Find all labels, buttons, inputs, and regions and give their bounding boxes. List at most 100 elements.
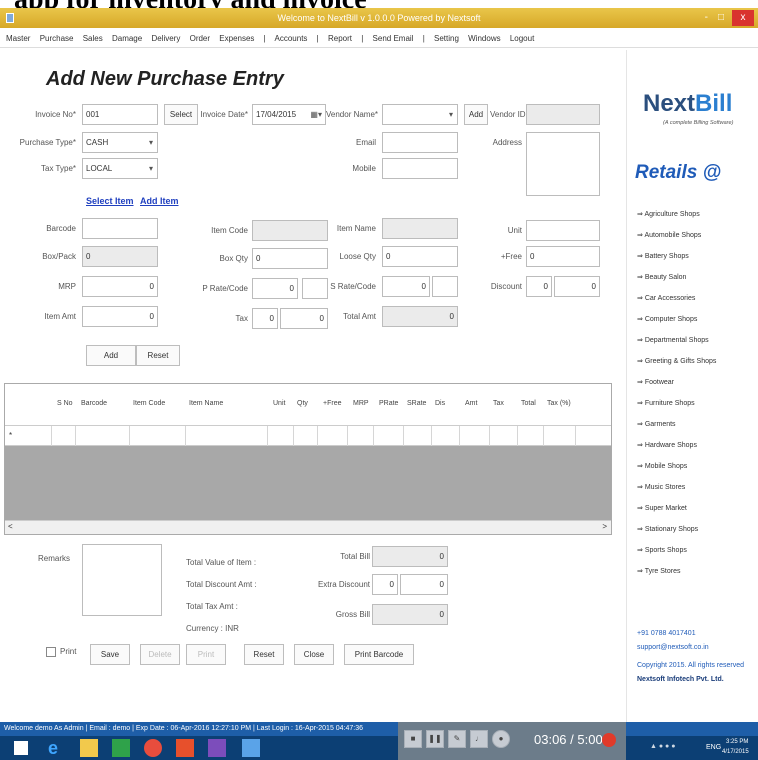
shop-item: ⇒ Furniture Shops — [637, 399, 695, 407]
nextbill-taskbar-icon[interactable] — [242, 739, 260, 757]
tray-date[interactable]: 4/17/2015 — [722, 749, 749, 755]
vendor-id-label: Vendor ID — [490, 110, 526, 119]
column-header: PRate — [379, 400, 399, 407]
table-row[interactable]: * — [5, 426, 611, 446]
tax-percent-input[interactable]: 0 — [252, 308, 278, 329]
column-header: Amt — [465, 400, 478, 407]
prate-code-input[interactable] — [302, 278, 328, 299]
windows-start-icon[interactable] — [14, 741, 28, 755]
menu-expenses[interactable]: Expenses — [219, 34, 254, 43]
menu-damage[interactable]: Damage — [112, 34, 142, 43]
shop-item: ⇒ Garments — [637, 420, 676, 428]
prate-input[interactable]: 0 — [252, 278, 298, 299]
reset-item-button[interactable]: Reset — [136, 345, 180, 366]
scroll-left-arrow[interactable]: < — [8, 522, 13, 531]
discount-percent-input[interactable]: 0 — [526, 276, 552, 297]
menu-logout[interactable]: Logout — [510, 34, 534, 43]
item-name-field — [382, 218, 458, 239]
delete-button[interactable]: Delete — [140, 644, 180, 665]
invoice-date-picker[interactable]: 17/04/2015 ▦▾ — [252, 104, 326, 125]
maximize-button[interactable]: □ — [718, 8, 724, 28]
srate-code-input[interactable] — [432, 276, 458, 297]
pause-icon[interactable]: ❚❚ — [426, 730, 444, 748]
total-amt-field: 0 — [382, 306, 458, 327]
tray-icons[interactable]: ▲ ● ● ● — [650, 743, 675, 750]
app-icon-orange[interactable] — [176, 739, 194, 757]
select-invoice-button[interactable]: Select — [164, 104, 198, 125]
ie-browser-icon[interactable]: e — [48, 739, 66, 757]
discount-amount-input[interactable]: 0 — [554, 276, 600, 297]
print-barcode-button[interactable]: Print Barcode — [344, 644, 414, 665]
invoice-no-input[interactable]: 001 — [82, 104, 158, 125]
items-grid[interactable]: S No Barcode Item Code Item Name Unit Qt… — [4, 383, 612, 535]
shop-item-label: Battery Shops — [644, 253, 689, 260]
box-qty-input[interactable]: 0 — [252, 248, 328, 269]
scroll-right-arrow[interactable]: > — [602, 522, 607, 531]
webcam-icon[interactable]: ● — [492, 730, 510, 748]
select-item-link[interactable]: Select Item — [86, 196, 134, 206]
free-input[interactable]: 0 — [526, 246, 600, 267]
menu-send-email[interactable]: Send Email — [373, 34, 414, 43]
shop-item: ⇒ Mobile Shops — [637, 462, 687, 470]
loose-qty-label: Loose Qty — [339, 252, 376, 261]
add-item-link[interactable]: Add Item — [140, 196, 179, 206]
mobile-field[interactable] — [382, 158, 458, 179]
mrp-input[interactable]: 0 — [82, 276, 158, 297]
menu-master[interactable]: Master — [6, 34, 30, 43]
reset-button[interactable]: Reset — [244, 644, 284, 665]
shop-item-label: Tyre Stores — [644, 568, 681, 575]
menu-order[interactable]: Order — [190, 34, 210, 43]
minimize-button[interactable]: - — [705, 8, 708, 28]
vendor-name-select[interactable] — [382, 104, 458, 125]
tax-type-label: Tax Type* — [41, 164, 76, 173]
visual-studio-icon[interactable] — [208, 739, 226, 757]
srate-input[interactable]: 0 — [382, 276, 430, 297]
speaker-icon[interactable]: ♩ — [470, 730, 488, 748]
remarks-field[interactable] — [82, 544, 162, 616]
close-button[interactable]: Close — [294, 644, 334, 665]
shop-item-label: Agriculture Shops — [644, 211, 700, 218]
menu-setting[interactable]: Setting — [434, 34, 459, 43]
menu-accounts[interactable]: Accounts — [275, 34, 308, 43]
gross-bill-label: Gross Bill — [335, 610, 370, 619]
email-field[interactable] — [382, 132, 458, 153]
shop-item: ⇒ Hardware Shops — [637, 441, 697, 449]
pen-icon[interactable]: ✎ — [448, 730, 466, 748]
purchase-type-label: Purchase Type* — [19, 138, 76, 147]
item-amt-field: 0 — [82, 306, 158, 327]
arrow-icon: ⇒ — [637, 505, 645, 512]
input-language[interactable]: ENG — [706, 744, 721, 751]
extra-discount-amount[interactable]: 0 — [400, 574, 448, 595]
purchase-type-select[interactable]: CASH — [82, 132, 158, 153]
chrome-icon[interactable] — [144, 739, 162, 757]
extra-discount-percent[interactable]: 0 — [372, 574, 398, 595]
stop-icon[interactable]: ■ — [404, 730, 422, 748]
file-explorer-icon[interactable] — [80, 739, 98, 757]
menu-delivery[interactable]: Delivery — [151, 34, 180, 43]
barcode-input[interactable] — [82, 218, 158, 239]
add-item-button[interactable]: Add — [86, 345, 136, 366]
vendor-name-label: Vendor Name* — [326, 110, 379, 119]
calendar-icon[interactable]: ▦▾ — [310, 105, 322, 124]
extra-discount-label: Extra Discount — [317, 580, 370, 589]
record-icon[interactable] — [602, 733, 616, 747]
menu-windows[interactable]: Windows — [468, 34, 500, 43]
save-button[interactable]: Save — [90, 644, 130, 665]
arrow-icon: ⇒ — [637, 316, 645, 323]
menu-sales[interactable]: Sales — [83, 34, 103, 43]
print-checkbox[interactable] — [46, 647, 56, 657]
loose-qty-input[interactable]: 0 — [382, 246, 458, 267]
column-header: Item Name — [189, 400, 224, 407]
horizontal-scrollbar[interactable]: < > — [5, 520, 611, 534]
add-vendor-button[interactable]: Add — [464, 104, 488, 125]
store-icon[interactable] — [112, 739, 130, 757]
tax-type-select[interactable]: LOCAL — [82, 158, 158, 179]
close-window-button[interactable]: x — [732, 10, 754, 26]
menu-report[interactable]: Report — [328, 34, 352, 43]
support-email[interactable]: support@nextsoft.co.in — [637, 644, 709, 651]
tray-clock[interactable]: 3:25 PM — [726, 739, 748, 745]
address-field[interactable] — [526, 132, 600, 196]
menu-purchase[interactable]: Purchase — [40, 34, 74, 43]
unit-field[interactable] — [526, 220, 600, 241]
print-button[interactable]: Print — [186, 644, 226, 665]
